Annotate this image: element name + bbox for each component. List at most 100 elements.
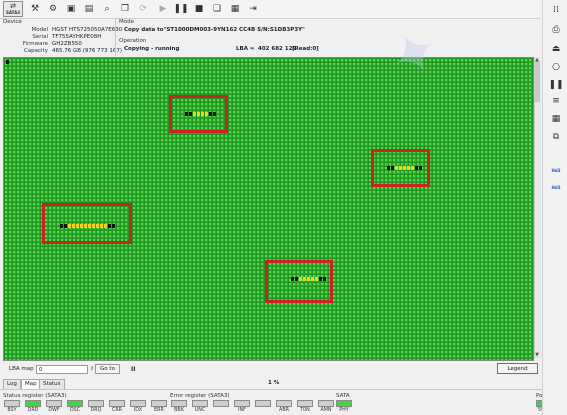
tools-icon[interactable]: ⚒ [28, 2, 42, 16]
register-led [151, 400, 167, 407]
hd-tag-1[interactable]: Hd3 [549, 163, 563, 177]
copy-icon[interactable]: ❐ [118, 2, 132, 16]
register-label: DRD [27, 408, 39, 413]
exit-icon[interactable]: ⇥ [246, 2, 260, 16]
register-led [318, 400, 334, 407]
tab-status[interactable]: Status [39, 379, 65, 389]
stop-icon[interactable]: ■ [192, 2, 206, 16]
register-label: T0N [300, 408, 310, 413]
eject-icon[interactable]: ⏏ [549, 42, 563, 56]
mode-header: Mode [119, 19, 134, 25]
register-led [88, 400, 104, 407]
sector-map[interactable] [3, 57, 534, 361]
cell-run [291, 277, 327, 281]
mode-text: Copy data to"ST1000DM003-9YN162 CC4B S/N… [124, 27, 305, 33]
right-toolbar: ⁞⁞ ⎙ ⏏ ⎔ ❚❚ ≡ ▦ ⧉ Hd3 Hd3 [542, 0, 567, 415]
pause-icon[interactable]: ❚❚ [548, 78, 563, 92]
play-icon[interactable]: ▶ [156, 2, 170, 16]
scroll-down-icon[interactable]: ▼ [534, 352, 540, 358]
register-label: DSC [69, 408, 81, 413]
serial-value: TF755AYHKPE08H [52, 34, 102, 40]
register-label: ABR [279, 408, 289, 413]
register-led [46, 400, 62, 407]
search-icon[interactable]: ⌕ [100, 2, 114, 16]
register-label: DRQ [90, 408, 102, 413]
read-status: [Read:0] [292, 46, 319, 52]
open-icon[interactable]: ▤ [82, 2, 96, 16]
register-led [234, 400, 250, 407]
register-led [192, 400, 208, 407]
grid-icon[interactable]: ⁞⁞ [549, 3, 563, 17]
operation-header: Operation [119, 38, 147, 44]
register-label: BBK [174, 408, 184, 413]
legend-button[interactable]: Legend [497, 363, 538, 374]
register-led [276, 400, 292, 407]
stepper-icon[interactable]: ⇕ [90, 366, 94, 372]
tab-map[interactable]: Map [21, 379, 41, 389]
bad-block [6, 60, 9, 64]
operation-status: Copying - running [124, 46, 180, 52]
register-label: UNC [194, 408, 206, 413]
register-led [297, 400, 313, 407]
register-led [4, 400, 20, 407]
refresh-icon[interactable]: ⟳ [136, 2, 150, 16]
bars-icon[interactable]: ≡ [549, 94, 563, 108]
lba-map-input[interactable]: 0 [36, 365, 88, 374]
register-label: ERR [154, 408, 164, 413]
goto-button[interactable]: Go to [95, 364, 120, 374]
capture-icon[interactable]: ⎙ [549, 23, 563, 37]
register-label: INF [238, 408, 246, 413]
pause-icon[interactable]: ❚❚ [173, 2, 188, 16]
register-label: BSY [7, 408, 17, 413]
map-scrollbar-thumb[interactable] [535, 62, 540, 102]
serial-label: Serial [32, 34, 48, 40]
register-led [336, 400, 352, 407]
lba-label: LBA = [236, 46, 255, 52]
capacity-value: 465.76 GB (976 773 167) [52, 48, 123, 54]
device-header: Device [3, 19, 22, 25]
panel-divider [115, 19, 116, 56]
cell-run [185, 112, 217, 116]
clone-icon[interactable]: ⧉ [549, 130, 563, 144]
lba-map-label: LBA map [9, 366, 34, 372]
port-label: SATA3 [6, 10, 20, 15]
register-led [109, 400, 125, 407]
status-divider [0, 389, 542, 390]
register-led [171, 400, 187, 407]
pages-icon[interactable]: ❏ [210, 2, 224, 16]
report-icon[interactable]: ▦ [228, 2, 242, 16]
main-toolbar: ⇄ SATA3 ⚒ ⚙ ▣ ▤ ⌕ ❐ ⟳ ▶ ❚❚ ■ ❏ ▦ ⇥ [0, 0, 540, 19]
port-select-button[interactable]: ⇄ SATA3 [3, 1, 23, 17]
register-led [130, 400, 146, 407]
progress-text: 1 % [268, 380, 280, 386]
tab-log[interactable]: Log [3, 379, 21, 389]
scroll-up-icon[interactable]: ▲ [534, 57, 540, 63]
sectors-icon[interactable]: ▦ [549, 112, 563, 126]
sata-title: SATA [336, 393, 350, 399]
register-label: DWF [48, 408, 60, 413]
highlight-box [265, 260, 333, 303]
lba-value: 402 682 129 [258, 46, 297, 52]
cell-run [60, 224, 116, 228]
cell-run [387, 166, 423, 170]
save-icon[interactable]: ▣ [64, 2, 78, 16]
pause-map-button[interactable]: II [131, 366, 135, 373]
status-register-title: Status register (SATA3) [3, 393, 67, 399]
model-label: Model [31, 27, 48, 33]
register-led [25, 400, 41, 407]
register-led [213, 400, 229, 407]
register-led [255, 400, 271, 407]
register-label: CRR [111, 408, 122, 413]
register-led [67, 400, 83, 407]
firmware-value: GH2ZB550 [52, 41, 82, 47]
capacity-label: Capacity [23, 48, 48, 54]
drive-icon[interactable]: ⎔ [549, 61, 563, 75]
map-scrollbar[interactable] [534, 57, 541, 359]
register-label: IDX [133, 408, 143, 413]
register-label: AMN [320, 408, 332, 413]
settings-icon[interactable]: ⚙ [46, 2, 60, 16]
error-register-title: Error register (SATA3) [170, 393, 230, 399]
register-label: PHY [339, 408, 349, 413]
hd-tag-2[interactable]: Hd3 [549, 180, 563, 194]
model-value: HGST HTS725050A7E630 [52, 27, 123, 33]
